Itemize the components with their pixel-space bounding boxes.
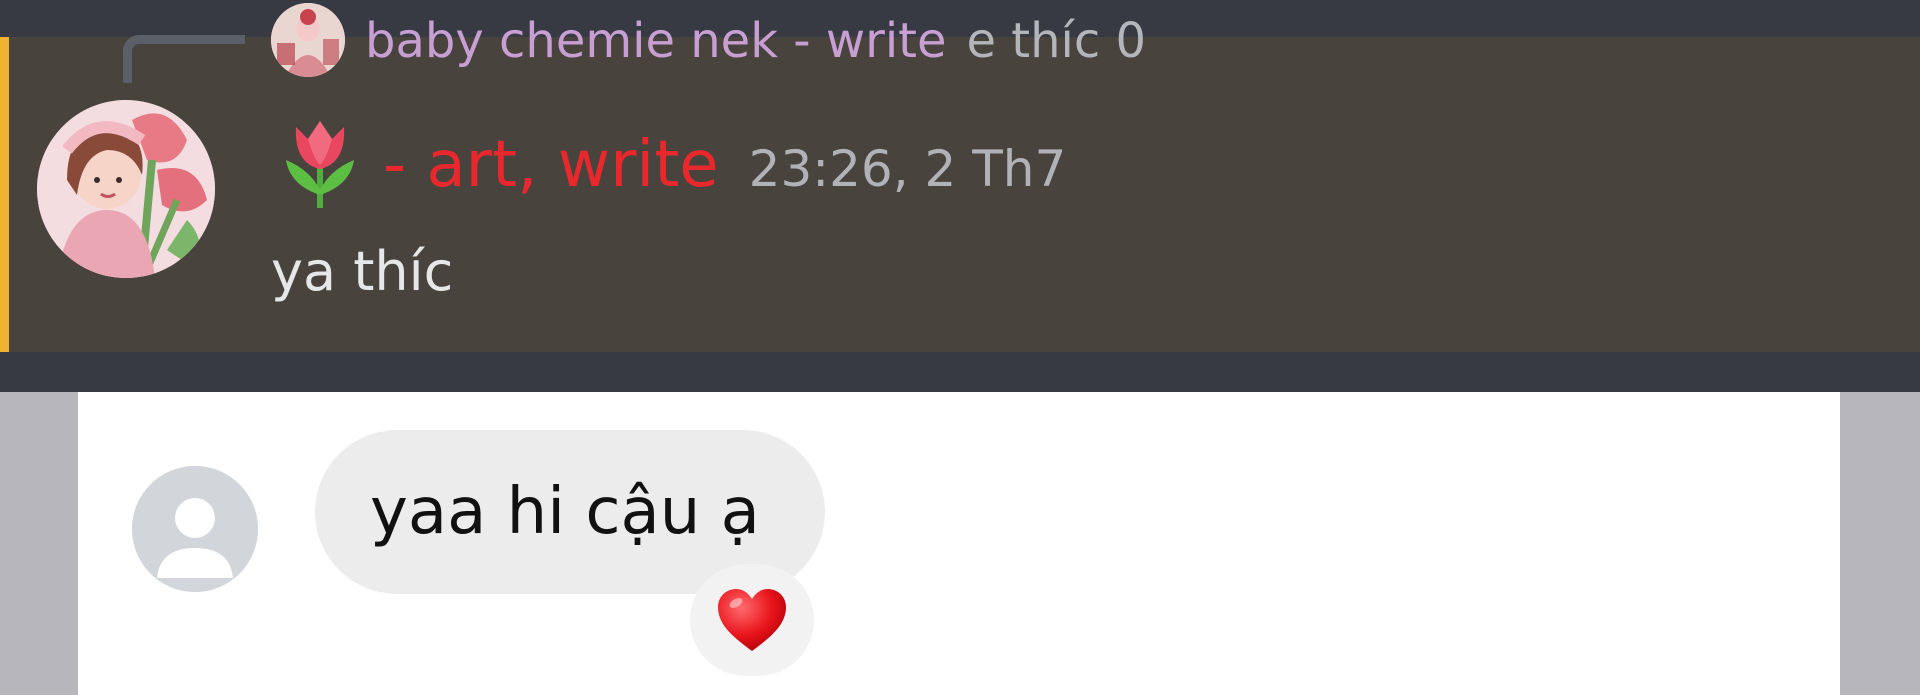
author-name[interactable]: - art, write [383,128,719,202]
reply-author-name[interactable]: baby chemie nek - write [365,13,947,69]
tulip-icon [280,115,360,210]
reply-preview[interactable]: baby chemie nek - write e thíc 0 [365,8,1146,74]
mention-accent-bar [0,37,9,352]
author-header: - art, write 23:26, 2 Th7 [383,128,1066,218]
message-text: yaa hi cậu ạ [370,475,760,549]
right-gutter [1840,392,1920,695]
left-gutter [0,392,78,695]
heart-icon [718,589,786,651]
messenger-chat-panel: yaa hi cậu ạ [0,392,1920,695]
person-icon [132,466,258,592]
reply-preview-text: e thíc 0 [966,13,1147,69]
message-timestamp[interactable]: 23:26, 2 Th7 [749,140,1067,198]
message-content: ya thíc [271,240,454,303]
default-avatar[interactable] [132,466,258,592]
author-avatar[interactable] [37,100,215,278]
reaction-badge[interactable] [690,564,814,676]
reply-connector [123,35,245,83]
reply-avatar[interactable] [271,3,345,77]
discord-chat-panel: baby chemie nek - write e thíc 0 - art, … [0,0,1920,392]
